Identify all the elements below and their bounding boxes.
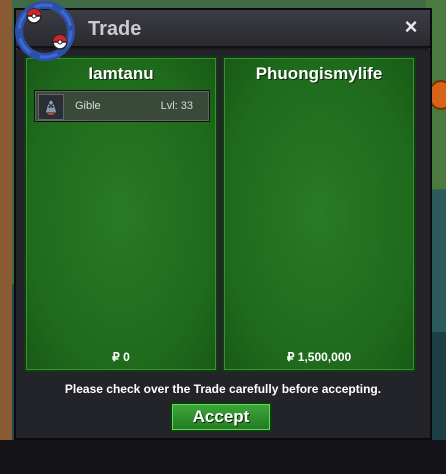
pokemon-name: Gible xyxy=(75,100,101,112)
right-money: ₽ 1,500,000 xyxy=(286,350,352,364)
accept-button[interactable]: Accept xyxy=(170,402,272,432)
pokeball-logo-icon xyxy=(15,1,75,61)
gible-icon xyxy=(38,94,64,120)
pokemon-level: Lvl: 33 xyxy=(160,100,193,112)
right-player-name: Phuongismylife xyxy=(255,64,383,83)
left-trade-panel: Iamtanu Gible Lvl: 33 ₽ 0 xyxy=(24,56,218,372)
close-button[interactable]: × xyxy=(400,16,422,38)
pokemon-slot[interactable]: Gible Lvl: 33 xyxy=(34,90,210,122)
right-trade-panel: Phuongismylife ₽ 1,500,000 xyxy=(222,56,416,372)
left-money: ₽ 0 xyxy=(112,350,130,364)
trade-notice: Please check over the Trade carefully be… xyxy=(64,382,382,396)
window-title: Trade xyxy=(88,18,142,40)
bottom-shadow xyxy=(0,440,446,474)
left-player-name: Iamtanu xyxy=(88,64,154,83)
titlebar: Trade × xyxy=(16,10,430,48)
trade-window: Trade × Iamtanu Gible Lvl: 33 ₽ 0 Phuong… xyxy=(14,1,432,440)
trade-content: Iamtanu Gible Lvl: 33 ₽ 0 Phuongismylife xyxy=(16,50,430,438)
